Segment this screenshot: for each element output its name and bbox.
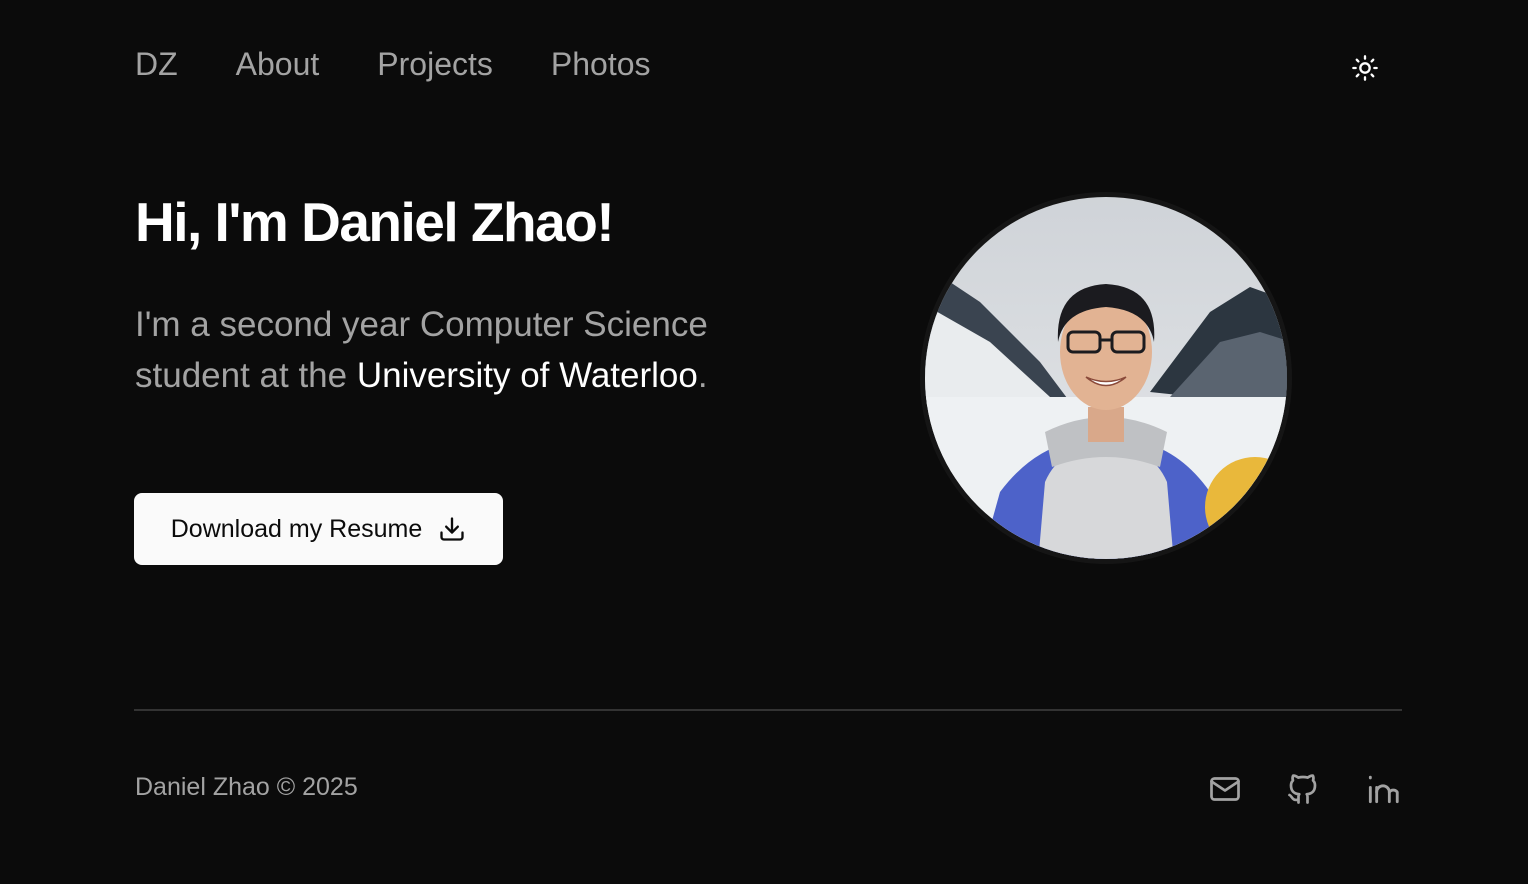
nav-item-projects[interactable]: Projects	[377, 46, 493, 83]
theme-toggle-button[interactable]	[1349, 52, 1381, 84]
copyright-text: Daniel Zhao © 2025	[135, 773, 358, 801]
footer-divider	[134, 709, 1402, 711]
linkedin-icon	[1368, 775, 1399, 804]
nav-item-photos[interactable]: Photos	[551, 46, 651, 83]
page: DZ About Projects Photos Hi, I'm Daniel …	[0, 0, 1528, 884]
page-title: Hi, I'm Daniel Zhao!	[135, 191, 615, 253]
github-icon	[1288, 774, 1317, 804]
university-highlight: University of Waterloo	[356, 355, 698, 395]
sun-icon	[1352, 55, 1378, 81]
github-link[interactable]	[1284, 770, 1322, 808]
avatar	[920, 192, 1292, 564]
download-icon	[440, 517, 464, 541]
nav-item-about[interactable]: About	[236, 46, 320, 83]
hero-description-end: .	[697, 355, 708, 395]
top-nav: DZ About Projects Photos	[135, 46, 651, 83]
hero-description: I'm a second year Computer Science stude…	[135, 300, 725, 401]
mail-icon	[1210, 777, 1240, 801]
download-resume-label: Download my Resume	[170, 514, 423, 543]
email-link[interactable]	[1206, 770, 1244, 808]
nav-logo[interactable]: DZ	[135, 46, 178, 83]
download-resume-button[interactable]: Download my Resume	[134, 493, 503, 565]
linkedin-link[interactable]	[1364, 770, 1402, 808]
